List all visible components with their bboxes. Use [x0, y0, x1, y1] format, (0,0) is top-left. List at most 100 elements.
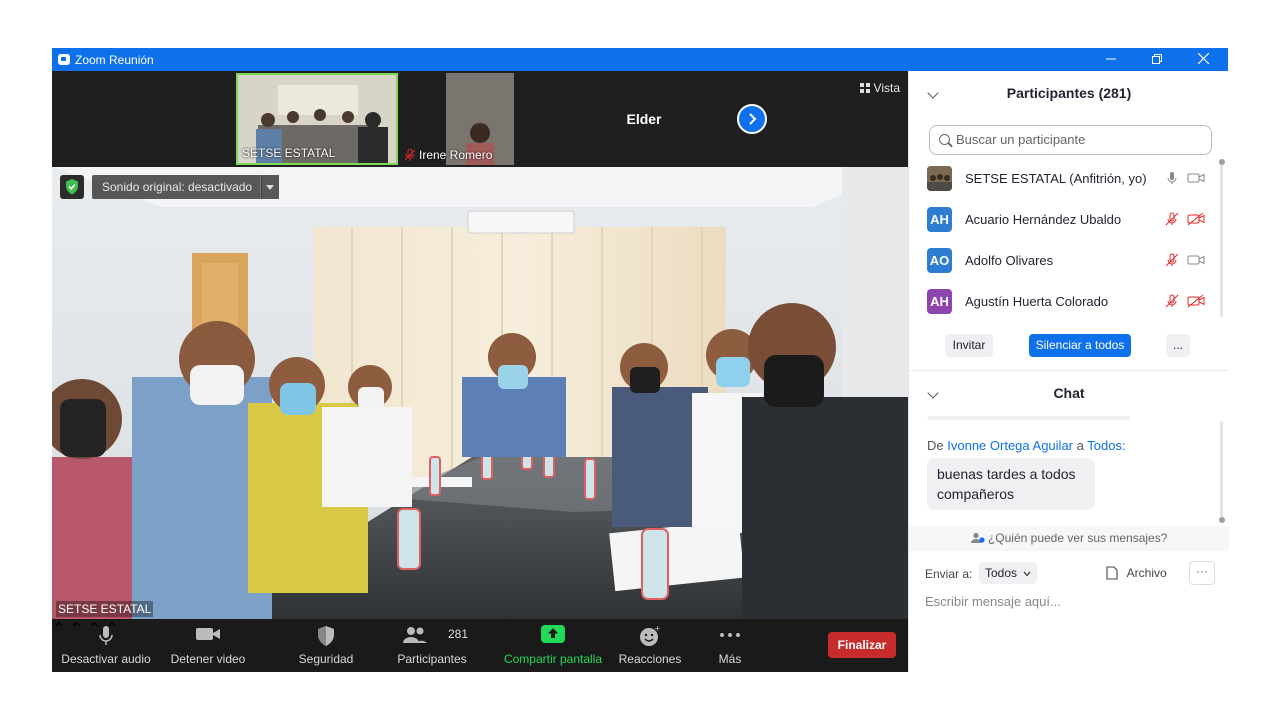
chat-header: Chat [909, 371, 1229, 407]
participants-button[interactable]: 281 Participantes [390, 619, 474, 672]
chat-scrollbar-thumb[interactable] [1219, 517, 1225, 523]
who-sees-label: ¿Quién puede ver sus mensajes? [987, 531, 1168, 545]
participant-search-input[interactable]: Buscar un participante [929, 125, 1212, 155]
svg-text:+: + [654, 625, 661, 633]
stop-video-button[interactable]: Detener video [160, 619, 256, 672]
participant-row[interactable]: AO Adolfo Olivares [909, 240, 1219, 281]
original-sound-dropdown[interactable] [260, 175, 279, 199]
mic-muted-icon[interactable] [1165, 253, 1179, 267]
security-button[interactable]: Seguridad [288, 619, 364, 672]
participant-name: Acuario Hernández Ubaldo [965, 212, 1122, 227]
thumbnail-caption: Irene Romero [404, 148, 492, 162]
shield-icon [318, 626, 334, 646]
scrollbar-thumb[interactable] [1219, 159, 1225, 165]
collapse-chat-chevron-icon[interactable] [927, 387, 939, 399]
meeting-room-scene [52, 167, 908, 619]
participants-icon [403, 627, 428, 643]
mute-all-button[interactable]: Silenciar a todos [1029, 334, 1131, 357]
video-camera-icon[interactable] [1187, 253, 1205, 267]
restore-button[interactable] [1134, 48, 1180, 71]
file-label: Archivo [1126, 566, 1167, 580]
chat-title: Chat [1053, 385, 1085, 401]
microphone-icon[interactable] [1165, 171, 1179, 185]
video-off-icon[interactable] [1187, 294, 1205, 308]
more-dots-icon [720, 633, 740, 637]
avatar-photo [927, 166, 952, 191]
shield-check-icon [66, 179, 78, 195]
end-meeting-button[interactable]: Finalizar [828, 632, 896, 658]
participants-scrollbar[interactable] [1220, 161, 1223, 317]
chat-message-input[interactable]: Escribir mensaje aquí... [925, 594, 1061, 609]
mute-audio-button[interactable]: Desactivar audio [58, 619, 154, 672]
to-word: a [1076, 438, 1084, 453]
more-label: Más [718, 652, 742, 666]
who-can-see-messages-link[interactable]: ¿Quién puede ver sus mensajes? [909, 526, 1229, 551]
thumbnail-name: Irene Romero [419, 148, 493, 162]
send-to-label: Enviar a: [925, 567, 973, 581]
grid-view-icon [860, 83, 871, 93]
view-label: Vista [873, 81, 900, 95]
collapse-participants-chevron-icon[interactable] [927, 87, 939, 99]
chat-message-bubble: buenas tardes a todos compañeros [927, 458, 1095, 510]
close-button[interactable] [1180, 48, 1226, 71]
chat-recipient: Todos: [1087, 438, 1126, 453]
avatar [927, 166, 952, 191]
participant-name: Adolfo Olivares [965, 253, 1054, 268]
participants-header: Participantes (281) [909, 71, 1229, 107]
file-icon [1106, 566, 1118, 580]
participant-row[interactable]: AH Acuario Hernández Ubaldo [909, 199, 1219, 240]
minimize-button[interactable] [1088, 48, 1134, 71]
thumbnail-setse[interactable]: SETSE ESTATAL [236, 73, 398, 165]
chat-more-button[interactable]: ··· [1189, 561, 1215, 585]
chat-sender[interactable]: Ivonne Ortega Aguilar [947, 438, 1073, 453]
previous-message-bubble [927, 416, 1131, 420]
security-status-button[interactable] [60, 175, 84, 199]
participant-name: Agustín Huerta Colorado [965, 294, 1109, 309]
participant-row[interactable]: AH Agustín Huerta Colorado [909, 281, 1219, 322]
share-screen-label: Compartir pantalla [503, 652, 603, 666]
original-sound-toggle[interactable]: Sonido original: desactivado [92, 175, 263, 199]
person-lock-icon [970, 532, 985, 543]
stop-video-label: Detener video [170, 652, 246, 666]
restore-icon [1152, 54, 1162, 64]
view-button[interactable]: Vista [860, 81, 900, 95]
share-screen-icon [541, 625, 565, 643]
main-video: Sonido original: desactivado SETSE ESTAT… [52, 167, 908, 619]
reactions-label: Reacciones [618, 652, 682, 666]
window-title: Zoom Reunión [75, 53, 154, 67]
meeting-toolbar: Desactivar audio ⌃ Detener video ⌃ Segur… [52, 619, 908, 672]
video-off-icon[interactable] [1187, 212, 1205, 226]
from-prefix: De [927, 438, 944, 453]
more-options-button[interactable]: Más [700, 619, 760, 672]
file-button[interactable]: Archivo [1106, 566, 1167, 580]
microphone-icon [99, 626, 113, 645]
thumbnail-elder[interactable]: Elder [564, 73, 724, 165]
chevron-right-icon [749, 113, 757, 125]
speaker-name: SETSE ESTATAL [56, 601, 154, 617]
video-area: SETSE ESTATAL Irene Romero Elder Vista S… [52, 71, 908, 672]
emoji-reaction-icon: + [640, 625, 661, 646]
send-to-dropdown[interactable]: Todos [979, 562, 1038, 584]
reactions-button[interactable]: + Reacciones [614, 619, 686, 672]
send-to-value: Todos [985, 566, 1018, 580]
mic-muted-icon[interactable] [1165, 212, 1179, 226]
participant-row[interactable]: SETSE ESTATAL (Anfitrión, yo) [909, 158, 1219, 199]
mic-muted-icon[interactable] [1165, 294, 1179, 308]
participant-name: SETSE ESTATAL (Anfitrión, yo) [965, 171, 1147, 186]
next-page-button[interactable] [737, 104, 767, 134]
participants-more-button[interactable]: ... [1166, 334, 1190, 357]
zoom-app-icon [58, 54, 70, 65]
participants-title: Participantes (281) [1006, 85, 1132, 101]
invite-button[interactable]: Invitar [945, 334, 993, 357]
avatar: AH [927, 289, 952, 314]
video-camera-icon[interactable] [1187, 171, 1205, 185]
chat-messages: De Ivonne Ortega Aguilar a Todos: buenas… [909, 416, 1219, 526]
avatar: AO [927, 248, 952, 273]
thumbnail-irene[interactable]: Irene Romero [400, 73, 564, 165]
chevron-down-icon [1023, 571, 1031, 577]
share-screen-button[interactable]: Compartir pantalla [498, 619, 608, 672]
security-label: Seguridad [298, 652, 354, 666]
minimize-icon [1106, 58, 1116, 60]
side-panel: Participantes (281) Buscar un participan… [908, 71, 1229, 672]
chat-scrollbar[interactable] [1220, 421, 1223, 521]
